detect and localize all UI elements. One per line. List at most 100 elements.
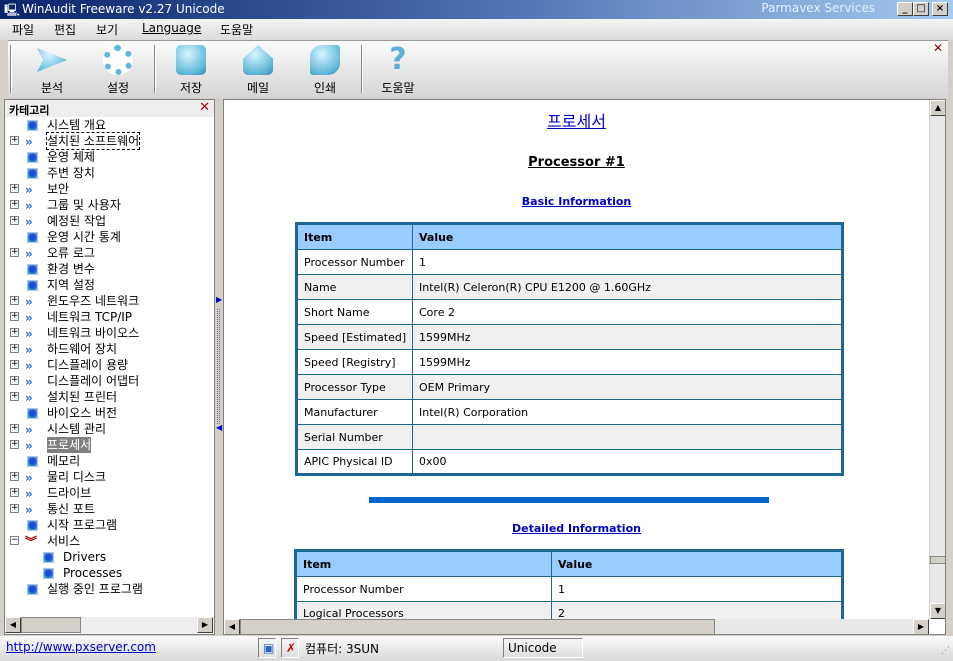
category-panel: 카테고리 ✕ 시스템 개요 + » 설치된 소프트웨어 운영 체제 주변 장치 + » 보안 + »… — [4, 99, 215, 635]
computer-name: 컴퓨터: 3SUN — [305, 642, 379, 656]
scroll-up-arrow[interactable]: ▲ — [930, 100, 945, 116]
expand-toggle-icon[interactable]: + — [10, 424, 19, 433]
expand-toggle-icon[interactable]: + — [10, 344, 19, 353]
menu-help[interactable]: 도움말 — [220, 21, 253, 38]
resize-grip-icon[interactable]: ⋰ — [941, 646, 950, 656]
tree-item[interactable]: + » 설치된 프린터 — [5, 389, 210, 405]
collapse-toggle-icon[interactable]: − — [10, 536, 19, 545]
expand-toggle-icon[interactable]: + — [10, 360, 19, 369]
expand-toggle-icon[interactable]: + — [10, 376, 19, 385]
expand-toggle-icon[interactable]: + — [10, 440, 19, 449]
tree-item[interactable]: + » 드라이브 — [5, 485, 210, 501]
tree-item[interactable]: + » 디스플레이 어댑터 — [5, 373, 210, 389]
tree-item[interactable]: Processes — [5, 565, 210, 581]
report-title[interactable]: 프로세서 — [224, 108, 929, 132]
tree-item[interactable]: 바이오스 버전 — [5, 405, 210, 421]
website-link[interactable]: http://www.pxserver.com — [2, 638, 254, 658]
tree-item[interactable]: + » 물리 디스크 — [5, 469, 210, 485]
close-panel-icon[interactable]: ✕ — [199, 100, 210, 115]
value-cell: 0x00 — [412, 449, 843, 475]
tree-item[interactable]: + » 프로세서 — [5, 437, 210, 453]
tree-item[interactable]: − ︾ 서비스 — [5, 533, 210, 549]
expand-toggle-icon[interactable]: + — [10, 328, 19, 337]
scroll-thumb[interactable] — [21, 617, 81, 633]
tree-item-label: 시스템 관리 — [47, 422, 107, 436]
title-bar: 🖳 WinAudit Freeware v2.27 Unicode Parmav… — [0, 0, 953, 19]
tree-item[interactable]: 환경 변수 — [5, 261, 210, 277]
expand-toggle-icon[interactable]: + — [10, 488, 19, 497]
menu-edit[interactable]: 편집 — [54, 21, 76, 38]
save-status-icon[interactable]: ▣ — [258, 638, 276, 658]
tree-item[interactable]: + » 시스템 관리 — [5, 421, 210, 437]
scroll-left-arrow[interactable]: ◀ — [5, 617, 21, 633]
tree-item[interactable]: + » 네트워크 TCP/IP — [5, 309, 210, 325]
tree-item[interactable]: + » 설치된 소프트웨어 — [5, 132, 210, 150]
panel-splitter[interactable]: ▶ ◀ — [215, 99, 223, 635]
scroll-right-arrow[interactable]: ▶ — [913, 619, 929, 634]
analyze-button[interactable]: 분석 — [22, 45, 82, 96]
chevron-right-icon: » — [25, 391, 33, 405]
horizontal-scrollbar[interactable]: ◀ ▶ — [224, 619, 929, 634]
tree-item[interactable]: 메모리 — [5, 453, 210, 469]
tree-horizontal-scrollbar[interactable]: ◀ ▶ — [5, 617, 214, 634]
settings-button[interactable]: 설정 — [88, 45, 148, 96]
leaf-node-icon — [27, 520, 38, 531]
print-icon — [310, 45, 340, 75]
tree-item[interactable]: 시스템 개요 — [5, 117, 210, 133]
menu-language[interactable]: Language — [142, 21, 201, 35]
expand-toggle-icon[interactable]: + — [10, 184, 19, 193]
chevron-right-icon: » — [25, 375, 33, 389]
scroll-left-arrow[interactable]: ◀ — [224, 619, 240, 634]
chevron-right-icon: » — [25, 183, 33, 197]
tree-item-label: 드라이브 — [47, 486, 92, 500]
expand-toggle-icon[interactable]: + — [10, 392, 19, 401]
save-button[interactable]: 저장 — [161, 45, 221, 96]
tree-item[interactable]: + » 통신 포트 — [5, 501, 210, 517]
menu-file[interactable]: 파일 — [12, 21, 34, 38]
tree-item[interactable]: + » 그룹 및 사용자 — [5, 197, 210, 213]
expand-toggle-icon[interactable]: + — [10, 296, 19, 305]
menu-view[interactable]: 보기 — [96, 21, 118, 38]
tree-item[interactable]: + » 보안 — [5, 181, 210, 197]
tree-item[interactable]: + » 하드웨어 장치 — [5, 341, 210, 357]
button-label: 도움말 — [381, 81, 415, 95]
tree-item[interactable]: 지역 설정 — [5, 277, 210, 293]
close-toolbar-icon[interactable]: ✕ — [933, 41, 943, 55]
mail-button[interactable]: 메일 — [228, 45, 288, 96]
table-row: Processor Number 1 — [296, 249, 843, 275]
detailed-info-heading[interactable]: Detailed Information — [224, 522, 929, 535]
item-cell: Speed [Estimated] — [296, 324, 413, 350]
table-row: Processor Type OEM Primary — [296, 374, 843, 400]
print-button[interactable]: 인쇄 — [295, 45, 355, 96]
tree-item[interactable]: + » 디스플레이 용량 — [5, 357, 210, 373]
expand-toggle-icon[interactable]: + — [10, 312, 19, 321]
tree-item[interactable]: + » 예정된 작업 — [5, 213, 210, 229]
tree-item[interactable]: 운영 시간 통계 — [5, 229, 210, 245]
expand-toggle-icon[interactable]: + — [10, 248, 19, 257]
scroll-down-arrow[interactable]: ▼ — [930, 603, 945, 619]
scroll-right-arrow[interactable]: ▶ — [197, 617, 213, 633]
tree-item[interactable]: + » 네트워크 바이오스 — [5, 325, 210, 341]
scroll-thumb[interactable] — [240, 619, 715, 634]
expand-toggle-icon[interactable]: + — [10, 216, 19, 225]
tree-item[interactable]: + » 윈도우즈 네트워크 — [5, 293, 210, 309]
tree-item[interactable]: 실행 중인 프로그램 — [5, 581, 210, 597]
help-button[interactable]: ? 도움말 — [368, 45, 428, 96]
maximize-button[interactable]: □ — [913, 2, 929, 16]
vertical-scrollbar[interactable]: ▲ ▼ — [929, 100, 945, 619]
basic-info-heading[interactable]: Basic Information — [224, 195, 929, 208]
scroll-thumb[interactable] — [930, 556, 945, 564]
expand-toggle-icon[interactable]: + — [10, 200, 19, 209]
stop-icon[interactable]: ✗ — [281, 638, 299, 658]
tree-item[interactable]: 운영 체제 — [5, 149, 210, 165]
tree-item[interactable]: Drivers — [5, 549, 210, 565]
minimize-button[interactable]: _ — [897, 2, 913, 16]
tree-item[interactable]: 시작 프로그램 — [5, 517, 210, 533]
expand-toggle-icon[interactable]: + — [10, 504, 19, 513]
tree-item-label: 디스플레이 용량 — [47, 358, 129, 372]
expand-toggle-icon[interactable]: + — [10, 472, 19, 481]
tree-item[interactable]: 주변 장치 — [5, 165, 210, 181]
expand-toggle-icon[interactable]: + — [10, 136, 19, 145]
tree-item[interactable]: + » 오류 로그 — [5, 245, 210, 261]
close-button[interactable]: × — [932, 2, 948, 16]
